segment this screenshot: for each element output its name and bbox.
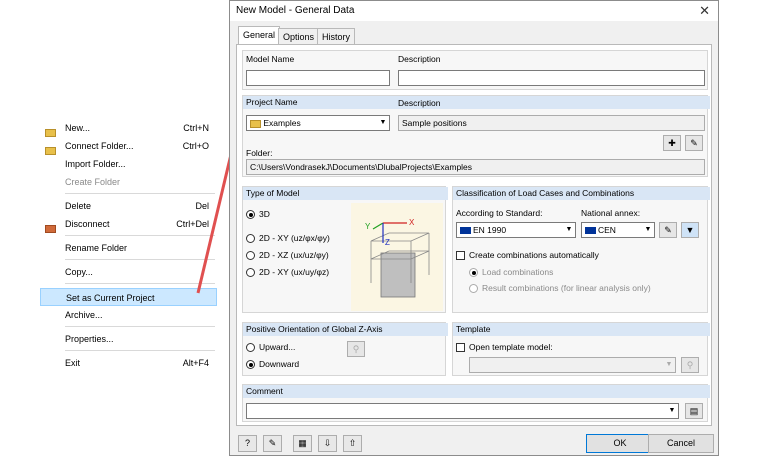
radio-result-combinations: Result combinations (for linear analysis… xyxy=(469,283,699,295)
edit-icon[interactable]: ✎ xyxy=(263,435,282,452)
folder-label: Folder: xyxy=(246,148,273,158)
svg-text:X: X xyxy=(409,218,415,227)
import-icon[interactable]: ⇩ xyxy=(318,435,337,452)
classification-group: Classification of Load Cases and Combina… xyxy=(452,186,710,313)
new-project-button[interactable]: ✚ xyxy=(663,135,681,151)
menu-item-archive[interactable]: Archive... xyxy=(40,306,217,324)
radio-2d-xy-planar[interactable]: 2D - XY (ux/uy/φz) xyxy=(246,267,346,279)
title-bar: New Model - General Data ✕ xyxy=(230,1,718,21)
orientation-heading: Positive Orientation of Global Z-Axis xyxy=(243,323,448,336)
orientation-group: Positive Orientation of Global Z-Axis Up… xyxy=(242,322,448,376)
new-folder-icon xyxy=(45,123,57,137)
template-select: ▼ xyxy=(469,357,676,373)
model-name-input[interactable] xyxy=(246,70,390,86)
menu-separator xyxy=(65,350,215,351)
radio-2d-xy[interactable]: 2D - XY (uz/φx/φy) xyxy=(246,233,346,245)
comment-group: Comment ▼ ▤ xyxy=(242,384,710,422)
eu-flag-icon xyxy=(460,227,471,235)
eu-flag-icon xyxy=(585,227,596,235)
menu-separator xyxy=(65,326,215,327)
create-combinations-checkbox[interactable]: Create combinations automatically xyxy=(456,250,626,262)
chevron-down-icon: ▼ xyxy=(668,407,676,414)
units-icon[interactable]: ▦ xyxy=(293,435,312,452)
radio-button xyxy=(246,360,255,369)
edit-standard-button[interactable]: ✎ xyxy=(659,222,677,238)
folder-icon xyxy=(250,119,261,128)
radio-button xyxy=(246,343,255,352)
project-header: Project Name xyxy=(243,96,710,109)
open-template-checkbox[interactable]: Open template model: xyxy=(456,342,606,354)
radio-button xyxy=(246,268,255,277)
chevron-down-icon: ▼ xyxy=(379,119,387,126)
chevron-down-icon: ▼ xyxy=(644,226,652,233)
description-label: Description xyxy=(398,54,441,64)
radio-upward[interactable]: Upward... xyxy=(246,342,326,354)
radio-2d-xz[interactable]: 2D - XZ (ux/uz/φy) xyxy=(246,250,346,262)
radio-button xyxy=(246,210,255,219)
annex-label: National annex: xyxy=(581,208,641,218)
ok-button[interactable]: OK xyxy=(586,434,654,453)
standard-label: According to Standard: xyxy=(456,208,543,218)
filter-icon[interactable]: ▼ xyxy=(681,222,699,238)
type-of-model-heading: Type of Model xyxy=(243,187,448,200)
disconnect-icon xyxy=(45,219,57,233)
project-description-field: Sample positions xyxy=(398,115,705,131)
comment-input[interactable]: ▼ xyxy=(246,403,679,419)
cancel-button[interactable]: Cancel xyxy=(648,434,714,453)
model-name-group: Model Name Description xyxy=(242,50,708,90)
checkbox xyxy=(456,251,465,260)
chevron-down-icon: ▼ xyxy=(665,361,673,368)
help-icon[interactable]: ? xyxy=(238,435,257,452)
radio-button xyxy=(469,284,478,293)
close-icon[interactable]: ✕ xyxy=(699,3,710,19)
standard-select[interactable]: EN 1990 ▼ xyxy=(456,222,576,238)
description-input[interactable] xyxy=(398,70,705,86)
project-group: Project Name Description Examples ▼ Samp… xyxy=(242,95,710,177)
project-name-select[interactable]: Examples ▼ xyxy=(246,115,390,131)
tab-options[interactable]: Options xyxy=(278,28,320,44)
project-name-label: Project Name xyxy=(246,97,298,107)
radio-button xyxy=(246,251,255,260)
tab-history[interactable]: History xyxy=(317,28,356,44)
export-icon[interactable]: ⇧ xyxy=(343,435,362,452)
model-type-illustration: X Y Z xyxy=(351,203,443,311)
checkbox xyxy=(456,343,465,352)
svg-text:Y: Y xyxy=(365,222,371,231)
tab-general[interactable]: General xyxy=(238,26,281,45)
browse-template-button: ⚲ xyxy=(681,357,699,373)
radio-button xyxy=(469,268,478,277)
radio-downward[interactable]: Downward xyxy=(246,359,326,371)
radio-3d[interactable]: 3D xyxy=(246,209,341,221)
edit-project-button[interactable]: ✎ xyxy=(685,135,703,151)
folder-path-field: C:\Users\VondrasekJ\Documents\DlubalProj… xyxy=(246,159,705,175)
classification-heading: Classification of Load Cases and Combina… xyxy=(453,187,710,200)
menu-item-exit[interactable]: Exit Alt+F4 xyxy=(40,354,217,372)
3d-frame-icon: X Y Z xyxy=(365,218,430,298)
project-description-label: Description xyxy=(398,98,441,108)
dialog-title: New Model - General Data xyxy=(236,5,355,16)
new-model-dialog: New Model - General Data ✕ General Optio… xyxy=(229,0,719,456)
svg-text:Z: Z xyxy=(385,238,390,247)
model-name-label: Model Name xyxy=(246,54,295,64)
template-heading: Template xyxy=(453,323,710,336)
template-group: Template Open template model: ▼ ⚲ xyxy=(452,322,710,376)
radio-load-combinations: Load combinations xyxy=(469,267,589,279)
orientation-details-button: ⚲ xyxy=(347,341,365,357)
radio-button xyxy=(246,234,255,243)
comment-heading: Comment xyxy=(243,385,710,398)
connect-folder-icon xyxy=(45,141,57,155)
general-panel: Model Name Description Project Name Desc… xyxy=(236,44,712,426)
menu-item-properties[interactable]: Properties... xyxy=(40,330,217,348)
type-of-model-group: Type of Model 3D 2D - XY (uz/φx/φy) 2D -… xyxy=(242,186,448,313)
annex-select[interactable]: CEN ▼ xyxy=(581,222,655,238)
chevron-down-icon: ▼ xyxy=(565,226,573,233)
comment-library-button[interactable]: ▤ xyxy=(685,403,703,419)
